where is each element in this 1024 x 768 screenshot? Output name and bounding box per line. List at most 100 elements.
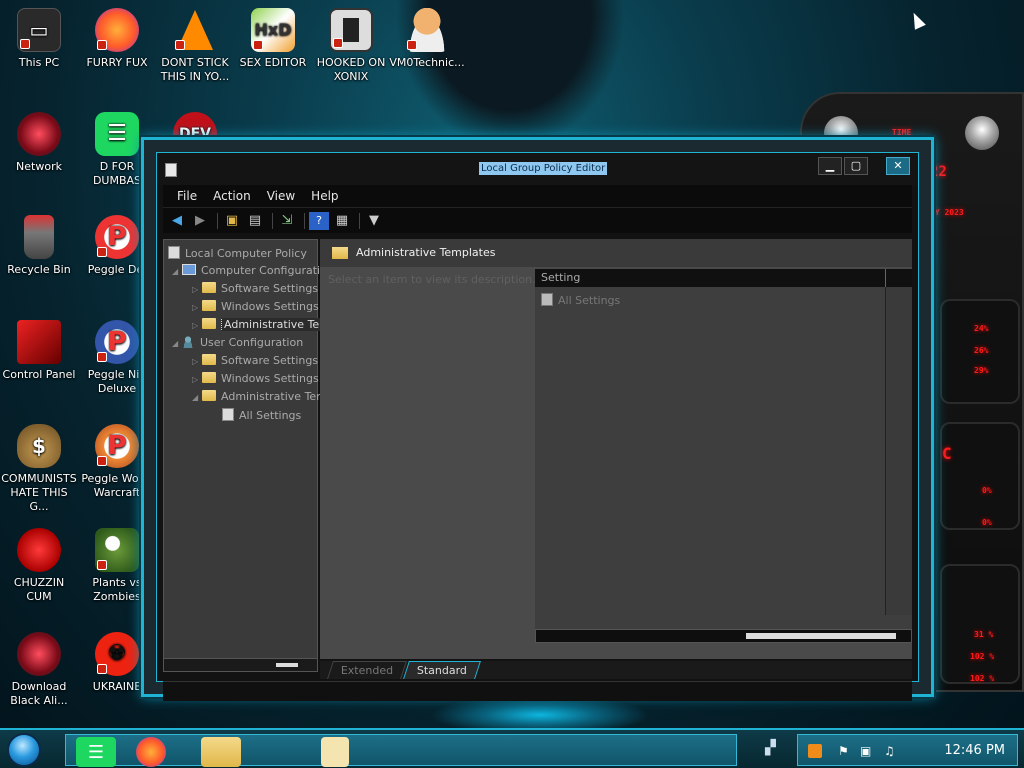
menu-bar: File Action View Help: [163, 185, 912, 207]
network-orb-icon: [17, 112, 61, 156]
desktop-icon-control-panel[interactable]: Control Panel: [0, 320, 78, 382]
tree-item-windows-settings[interactable]: ▷ Windows Settings: [192, 372, 319, 385]
tree-root[interactable]: Local Computer Policy: [168, 246, 307, 260]
tab-extended[interactable]: Extended: [327, 661, 408, 679]
monitor-icon: ▭: [17, 8, 61, 52]
folder-icon: [202, 390, 216, 401]
menu-help[interactable]: Help: [303, 189, 346, 203]
toolbar-separator: [359, 212, 360, 229]
user-icon: [182, 336, 194, 348]
maximize-button[interactable]: ▢: [844, 157, 868, 175]
desktop-icon-this-pc[interactable]: ▭ This PC: [0, 8, 78, 70]
desktop-icon-label: This PC: [18, 56, 60, 69]
desktop-icon-label: FURRY FUX: [86, 56, 148, 69]
gadget-stat: 26%: [974, 346, 989, 355]
show-hide-tree-icon[interactable]: ▤: [245, 212, 265, 230]
desktop-icon-label: DONT STICK THIS IN YO...: [160, 56, 230, 83]
filter-icon[interactable]: ▼: [364, 212, 384, 230]
chat-icon[interactable]: ☰: [76, 737, 116, 767]
collapse-arrow-icon[interactable]: ◢: [172, 339, 182, 348]
export-icon[interactable]: ⇲: [277, 212, 297, 230]
desktop-icon-download-black-alien[interactable]: Download Black Ali...: [0, 632, 78, 708]
start-button[interactable]: [7, 733, 41, 767]
desktop-icon-furry-fux[interactable]: FURRY FUX: [78, 8, 156, 70]
help-icon[interactable]: ?: [309, 211, 329, 230]
gadget-stat: 24%: [974, 324, 989, 333]
desktop-icon-vm0technic[interactable]: VM0Technic...: [388, 8, 466, 70]
desktop-icon-communists[interactable]: $ COMMUNISTS HATE THIS G...: [0, 424, 78, 514]
window-title: Local Group Policy Editor: [479, 162, 608, 175]
tab-standard[interactable]: Standard: [403, 661, 482, 679]
show-desktop-icon[interactable]: ▞: [765, 740, 783, 758]
expand-arrow-icon[interactable]: ▷: [192, 357, 202, 366]
back-icon[interactable]: ◀: [167, 212, 187, 230]
network-icon[interactable]: ▣: [860, 744, 874, 758]
tree-item-windows-settings[interactable]: ▷ Windows Settings: [192, 300, 319, 313]
hex-editor-icon: HxD: [251, 8, 295, 52]
forward-icon[interactable]: ▶: [190, 212, 210, 230]
desktop-icon-dont-stick[interactable]: DONT STICK THIS IN YO...: [156, 8, 234, 84]
firefox-icon[interactable]: [136, 737, 166, 767]
minimize-button[interactable]: ▁: [818, 157, 842, 175]
chat-icon: ☰: [95, 112, 139, 156]
peggle-icon: P: [95, 215, 139, 259]
app-document-icon: [165, 163, 177, 177]
collapse-arrow-icon[interactable]: ◢: [192, 393, 202, 402]
game-icon: [329, 8, 373, 52]
view-tabs: Extended Standard: [320, 661, 912, 679]
menu-action[interactable]: Action: [205, 189, 259, 203]
collapse-arrow-icon[interactable]: ◢: [172, 267, 182, 276]
tree-item-software-settings[interactable]: ▷ Software Settings: [192, 282, 318, 295]
expand-arrow-icon[interactable]: ▷: [192, 321, 202, 330]
column-header-setting[interactable]: Setting: [535, 269, 912, 287]
tree-item-user-configuration[interactable]: ◢ User Configuration: [172, 336, 303, 349]
expand-arrow-icon[interactable]: ▷: [192, 375, 202, 384]
desktop-icon-chuzzin[interactable]: CHUZZIN CUM: [0, 528, 78, 604]
list-vertical-scrollbar[interactable]: [885, 287, 912, 615]
tree-item-software-settings[interactable]: ▷ Software Settings: [192, 354, 318, 367]
money-bag-icon: $: [17, 424, 61, 468]
settings-doc-icon: [222, 408, 234, 421]
properties-icon[interactable]: ▦: [332, 212, 352, 230]
list-item-all-settings[interactable]: All Settings: [541, 293, 620, 307]
folder-icon: [202, 300, 216, 311]
desktop-icon-label: COMMUNISTS HATE THIS G...: [1, 472, 77, 513]
expand-arrow-icon[interactable]: ▷: [192, 285, 202, 294]
volume-icon[interactable]: ♫: [884, 744, 898, 758]
tree-item-administrative-templates[interactable]: ▷ Administrative Ten: [192, 318, 330, 331]
chuzzle-icon: [17, 528, 61, 572]
settings-list[interactable]: Setting All Settings: [535, 269, 912, 629]
desktop-icon-network[interactable]: Network: [0, 112, 78, 174]
gadget-net-panel: [940, 564, 1020, 684]
computer-icon: [182, 264, 196, 275]
file-explorer-icon[interactable]: [201, 737, 241, 767]
toolbar-separator: [304, 212, 305, 229]
close-button[interactable]: ✕: [886, 157, 910, 175]
tree-item-computer-configuration[interactable]: ◢ Computer Configurati: [172, 264, 320, 277]
title-bar[interactable]: Local Group Policy Editor ▁ ▢ ✕: [157, 153, 918, 185]
tree-pane[interactable]: Local Computer Policy ◢ Computer Configur…: [163, 239, 330, 659]
scroll-thumb[interactable]: [746, 633, 896, 639]
toolbar-separator: [272, 212, 273, 229]
scroll-thumb[interactable]: [276, 663, 298, 667]
clock[interactable]: 12:46 PM: [944, 743, 1005, 758]
tree-item-all-settings[interactable]: All Settings: [222, 408, 301, 422]
expand-arrow-icon[interactable]: ▷: [192, 303, 202, 312]
up-folder-icon[interactable]: ▣: [222, 212, 242, 230]
group-policy-editor-window[interactable]: Local Group Policy Editor ▁ ▢ ✕ File Act…: [141, 137, 934, 701]
desktop-icon-recycle-bin[interactable]: Recycle Bin: [0, 215, 78, 277]
notepad-icon[interactable]: [321, 737, 349, 767]
menu-view[interactable]: View: [259, 189, 303, 203]
folder-icon: [202, 282, 216, 293]
tree-item-administrative-templates[interactable]: ◢ Administrative Ten: [192, 390, 323, 403]
menu-file[interactable]: File: [169, 189, 205, 203]
gadget-bottom-stat: 102 %: [970, 652, 995, 661]
desktop-icon-hooked-on-xonix[interactable]: HOOKED ON XONIX: [312, 8, 390, 84]
desktop-icon-label: Recycle Bin: [7, 263, 71, 276]
flag-icon[interactable]: ⚑: [838, 744, 852, 758]
desktop-icon-sex-editor[interactable]: HxD SEX EDITOR: [234, 8, 312, 70]
recycle-bin-icon: [24, 215, 54, 259]
tray-app-icon[interactable]: [808, 744, 822, 758]
list-horizontal-scrollbar[interactable]: [535, 629, 912, 643]
tree-horizontal-scrollbar[interactable]: [163, 658, 318, 672]
